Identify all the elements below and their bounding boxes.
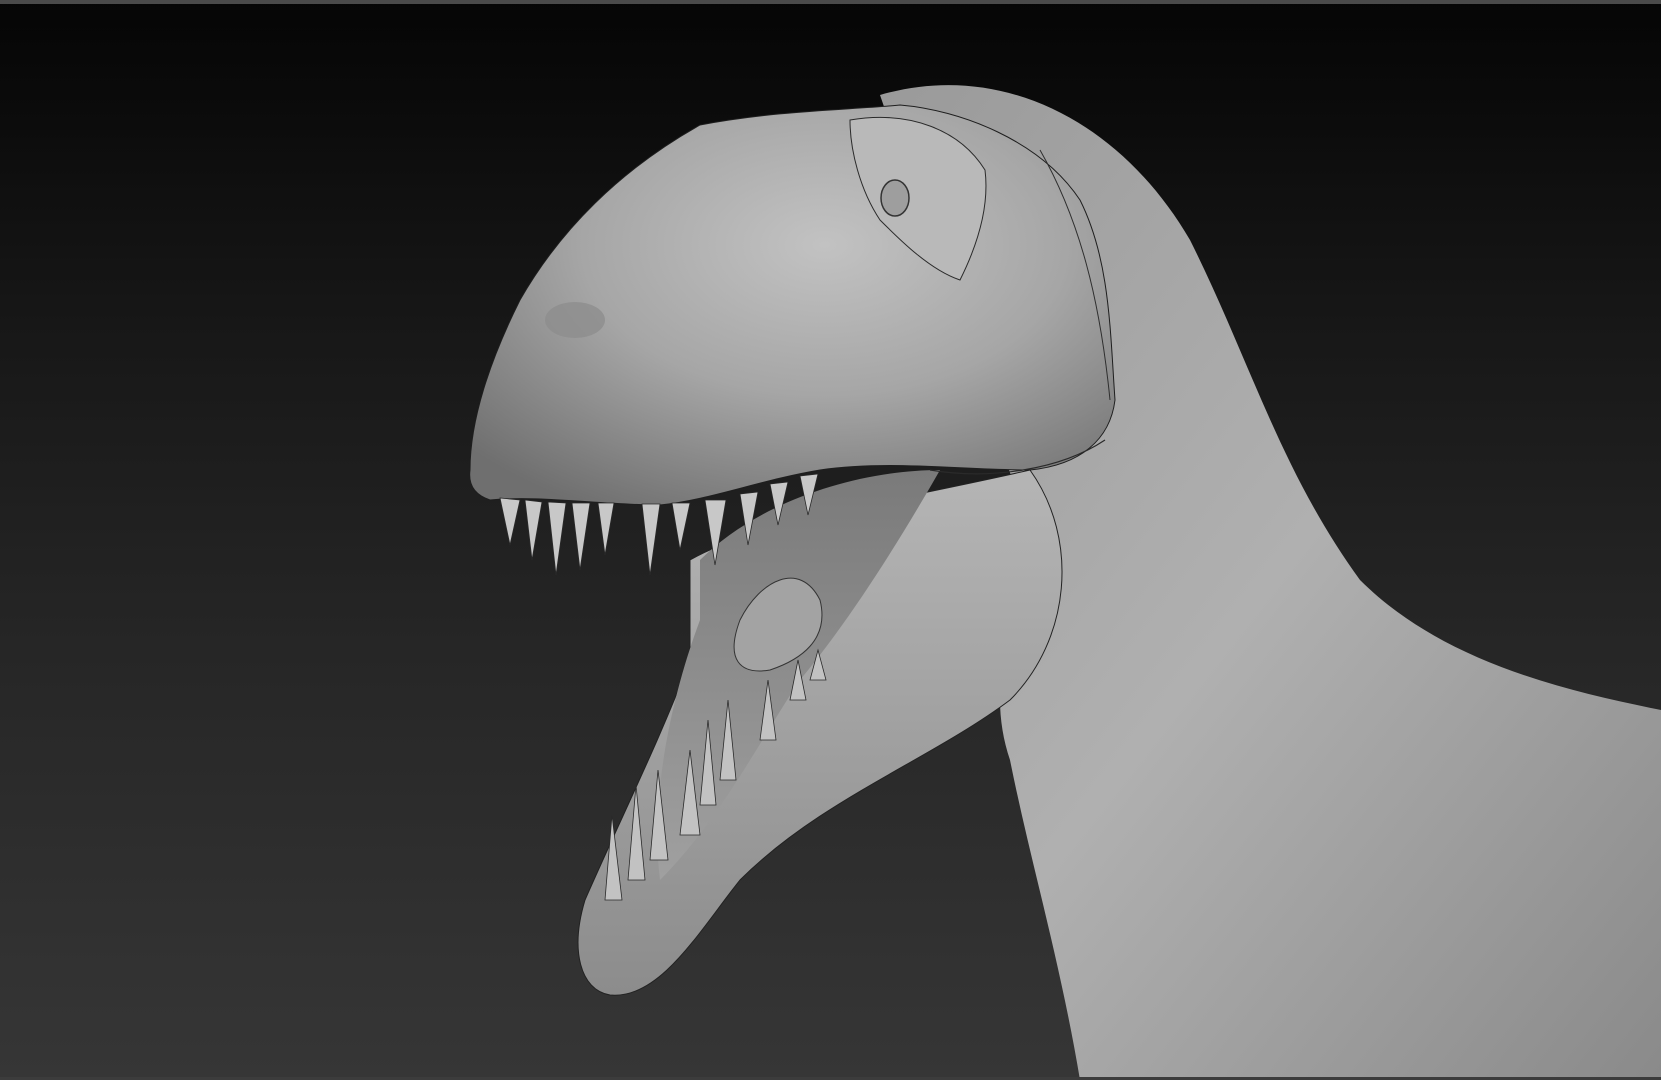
- nostril-mesh: [545, 302, 605, 338]
- sculpt-viewport[interactable]: [0, 0, 1661, 1080]
- eye-mesh: [880, 179, 910, 217]
- dinosaur-head-model[interactable]: [0, 0, 1661, 1080]
